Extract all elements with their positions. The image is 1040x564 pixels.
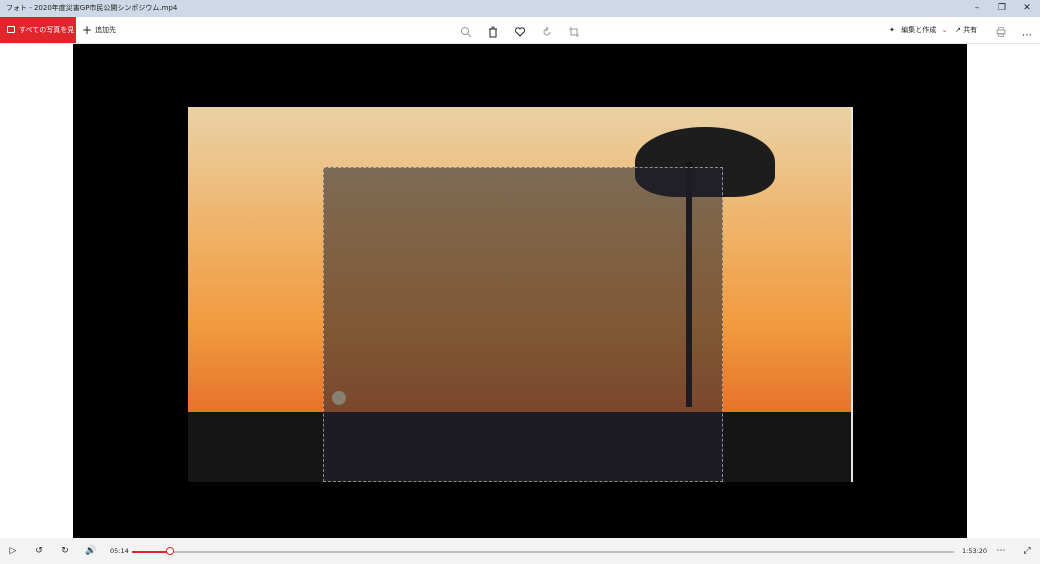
- total-time: 1:53:20: [962, 547, 988, 555]
- all-photos-label: すべての写真を見る: [19, 26, 75, 60]
- add-to-label: 追加先: [95, 26, 117, 34]
- zoom-button[interactable]: [459, 23, 473, 38]
- app-toolbar: すべての写真を見る + 追加先 ✦ 編集と作成 ⌄ ↗ 共有 ⋯: [0, 17, 1040, 60]
- print-button[interactable]: [994, 23, 1008, 37]
- minimize-button[interactable]: –: [965, 0, 989, 17]
- volume-icon: 🔊: [85, 546, 97, 556]
- delete-button[interactable]: [486, 23, 500, 38]
- delete-icon: [489, 26, 497, 38]
- edit-create-label: 編集と作成: [901, 26, 937, 34]
- more-icon: ⋯: [996, 546, 1006, 556]
- rotate-button[interactable]: [540, 23, 554, 37]
- fullscreen-icon: ⤢: [1023, 546, 1031, 556]
- chevron-down-icon: ⌄: [941, 26, 948, 34]
- share-button[interactable]: ↗ 共有: [955, 17, 977, 43]
- more-button[interactable]: ⋯: [1020, 23, 1034, 41]
- restore-button[interactable]: ❐: [990, 0, 1014, 17]
- crop-icon: [569, 27, 579, 37]
- photo-icon: [7, 26, 15, 33]
- play-icon: ▷: [9, 546, 17, 556]
- seek-bar[interactable]: [132, 547, 954, 555]
- favorite-button[interactable]: [513, 23, 527, 37]
- plus-icon: +: [82, 23, 93, 37]
- play-button[interactable]: ▷: [6, 544, 20, 558]
- playback-controls: ▷ ↺ ↻ 🔊 05:14 1:53:20 ⋯ ⤢: [0, 538, 1040, 564]
- seek-progress: [132, 551, 170, 553]
- print-icon: [996, 27, 1006, 37]
- forward-button[interactable]: ↻: [58, 544, 72, 558]
- add-to-button[interactable]: + 追加先: [82, 17, 116, 43]
- rewind-button[interactable]: ↺: [32, 544, 46, 558]
- crop-button[interactable]: [567, 23, 581, 37]
- more-options-button[interactable]: ⋯: [994, 544, 1008, 558]
- current-time: 05:14: [110, 547, 129, 555]
- restore-icon: ❐: [997, 3, 1007, 13]
- window-title: フォト - 2020年度災害GP市民公開シンポジウム.mp4: [6, 4, 178, 12]
- frame-edge: [851, 107, 853, 482]
- rotate-icon: [543, 26, 551, 36]
- edit-icon: ✦: [889, 26, 895, 34]
- share-label: 共有: [963, 26, 978, 34]
- close-button[interactable]: ✕: [1015, 0, 1039, 17]
- heart-icon: [514, 27, 526, 37]
- zoom-icon: [461, 27, 472, 38]
- seek-thumb[interactable]: [165, 547, 174, 555]
- minimize-icon: –: [974, 3, 980, 13]
- rewind-icon: ↺: [35, 546, 43, 556]
- edit-create-button[interactable]: ✦ 編集と作成 ⌄: [889, 17, 947, 43]
- all-photos-button[interactable]: すべての写真を見る: [0, 17, 76, 60]
- close-icon: ✕: [1023, 3, 1031, 13]
- volume-button[interactable]: 🔊: [84, 544, 98, 558]
- title-bar: フォト - 2020年度災害GP市民公開シンポジウム.mp4 – ❐ ✕: [0, 0, 1040, 17]
- video-subject-placeholder: [323, 167, 723, 482]
- share-icon: ↗: [955, 26, 961, 34]
- more-icon: ⋯: [1022, 30, 1032, 41]
- video-frame[interactable]: [188, 107, 853, 482]
- forward-icon: ↻: [61, 546, 69, 556]
- fullscreen-button[interactable]: ⤢: [1020, 544, 1034, 558]
